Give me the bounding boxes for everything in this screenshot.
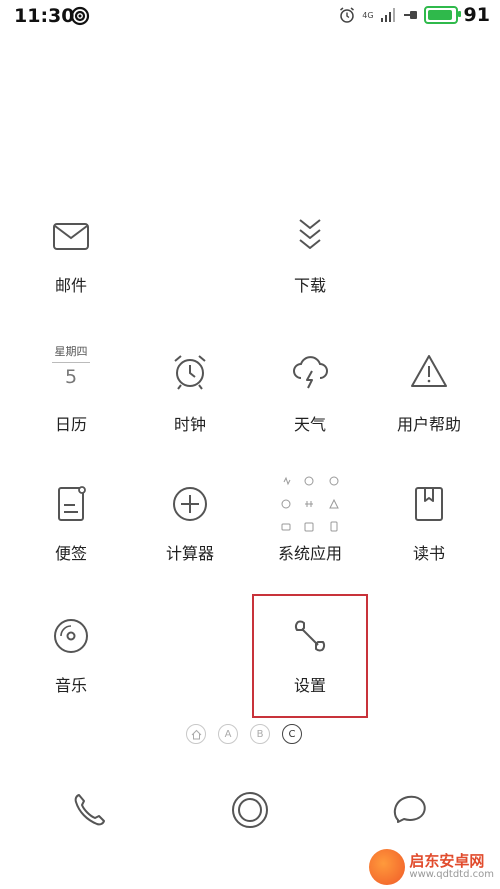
app-label: 系统应用 [277, 544, 342, 563]
page-dot-home[interactable] [186, 724, 206, 744]
calendar-divider [52, 362, 90, 363]
watermark-title: 启东安卓网 [409, 851, 485, 870]
app-label: 音乐 [54, 676, 87, 695]
app-mail[interactable]: 邮件 [11, 216, 131, 316]
page-dot-c[interactable]: C [282, 724, 302, 744]
browser-icon[interactable] [230, 790, 270, 830]
app-label: 下载 [293, 276, 326, 295]
alarm-icon [340, 7, 355, 23]
phone-icon[interactable] [70, 790, 110, 830]
warning-icon [411, 355, 447, 387]
download-icon [299, 219, 321, 249]
battery-icon [423, 6, 461, 24]
hotspot-icon [70, 6, 90, 26]
alarm-clock-icon [174, 355, 206, 390]
app-calendar[interactable]: 星期四 5 日历 [11, 345, 131, 445]
book-icon [415, 487, 443, 521]
page-dot-a[interactable]: A [218, 724, 238, 744]
home-icon [191, 729, 201, 739]
app-label: 读书 [412, 544, 445, 563]
app-label: 便签 [54, 544, 87, 563]
app-system-folder[interactable]: 系统应用 [250, 468, 370, 568]
app-label: 用户帮助 [396, 415, 461, 434]
status-time: 11:30 [14, 5, 75, 27]
watermark-logo-icon [369, 849, 406, 885]
watermark-url: www.qdtdtd.com [409, 868, 494, 880]
app-reader[interactable]: 读书 [369, 484, 489, 584]
watermark-text: 启东安卓网 www.qdtdtd.com [409, 851, 494, 880]
app-clock[interactable]: 时钟 [130, 352, 250, 452]
app-label: 邮件 [54, 276, 87, 295]
message-icon[interactable] [390, 790, 430, 830]
page-dot-b[interactable]: B [250, 724, 270, 744]
disc-icon [54, 619, 88, 653]
app-label: 时钟 [173, 415, 206, 434]
signal-icon [380, 8, 395, 22]
app-download[interactable]: 下载 [250, 216, 370, 316]
app-music[interactable]: 音乐 [11, 616, 131, 716]
calendar-weekday: 星期四 [54, 345, 88, 358]
calendar-day: 5 [64, 366, 78, 388]
system-apps-folder-icon [281, 476, 339, 532]
mail-icon [53, 223, 89, 250]
app-calculator[interactable]: 计算器 [130, 484, 250, 584]
plus-circle-icon [173, 487, 207, 521]
notes-icon [58, 486, 86, 521]
battery-level: 91 [463, 4, 490, 26]
app-label: 日历 [54, 415, 87, 434]
app-help[interactable]: 用户帮助 [369, 352, 489, 452]
settings-highlight-frame [252, 594, 368, 718]
app-label: 天气 [293, 415, 326, 434]
battery-fill [427, 10, 452, 20]
watermark: 启东安卓网 www.qdtdtd.com [369, 849, 494, 885]
network-type: 4G [362, 10, 374, 20]
app-notes[interactable]: 便签 [11, 484, 131, 584]
thunder-cloud-icon [293, 356, 328, 389]
app-weather[interactable]: 天气 [250, 352, 370, 452]
status-right: 4G 91 [338, 4, 490, 26]
app-label: 计算器 [165, 544, 214, 563]
status-bar: 11:30 4G 91 [0, 0, 500, 34]
calendar-icon: 星期四 5 [51, 343, 91, 391]
page-indicator: A B C [186, 724, 302, 744]
charging-icon [403, 11, 417, 19]
